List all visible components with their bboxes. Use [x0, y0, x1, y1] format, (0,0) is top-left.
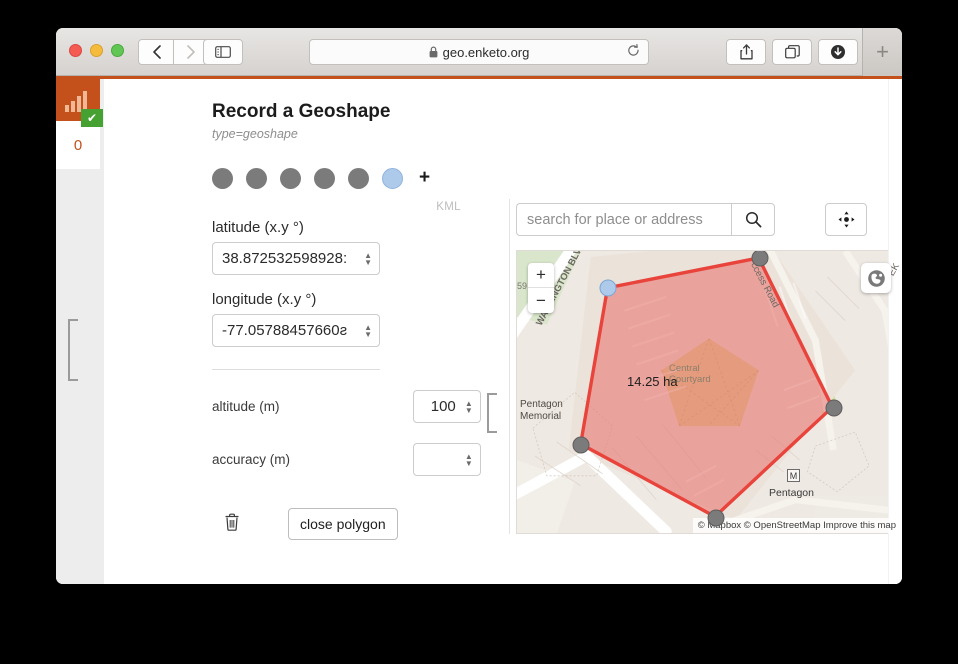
navigation-buttons	[138, 39, 210, 65]
coordinate-form: KML latitude (x.y °) 38.872532598928: ▲ ▼…	[212, 201, 481, 540]
add-point-button[interactable]: +	[419, 167, 430, 189]
search-input[interactable]	[516, 203, 731, 236]
close-polygon-button[interactable]: close polygon	[288, 508, 398, 540]
chevron-right-icon	[187, 45, 195, 59]
page-title: Record a Geoshape	[212, 101, 391, 122]
globe-icon	[867, 269, 885, 287]
back-button[interactable]	[138, 39, 174, 65]
search-icon	[745, 211, 761, 228]
altitude-field[interactable]: 100 ▲ ▼	[412, 390, 481, 423]
separator-line	[508, 199, 510, 534]
map-canvas[interactable]: + − M 14.25 ha © Mapbox © OpenStreetMap …	[516, 250, 902, 534]
map-basemap	[517, 251, 901, 533]
url-text: geo.enketo.org	[442, 44, 530, 60]
new-tab-label: +	[876, 39, 889, 64]
page-subtitle: type=geoshape	[212, 127, 298, 141]
minimize-window-button[interactable]	[90, 44, 103, 57]
basemap-layers-button[interactable]	[861, 263, 891, 293]
longitude-label: longitude (x.y °)	[212, 291, 317, 308]
content-right-edge	[888, 79, 902, 584]
sidebar-toggle-button[interactable]	[203, 39, 243, 65]
form-divider	[212, 369, 380, 370]
metro-icon: M	[787, 469, 800, 482]
point-selector: +	[212, 167, 902, 189]
share-icon	[739, 44, 753, 60]
form-status-tile[interactable]: ✔	[56, 79, 103, 127]
latitude-label: latitude (x.y °)	[212, 219, 304, 236]
polygon-vertex[interactable]	[825, 399, 843, 417]
area-readout: 14.25 ha	[627, 374, 678, 389]
sidebar-toggle-icon	[215, 46, 231, 58]
delete-point-button[interactable]	[224, 513, 240, 535]
rail-bracket-handle[interactable]	[68, 319, 78, 381]
downloads-icon	[831, 45, 845, 59]
longitude-value: -77.05788457660ƨ	[222, 322, 348, 339]
altitude-label: altitude (m)	[212, 399, 280, 414]
left-rail: ✔ 0	[56, 79, 104, 584]
point-dot-5[interactable]	[348, 167, 369, 189]
zoom-controls: + −	[528, 263, 554, 313]
close-window-button[interactable]	[69, 44, 82, 57]
polygon-vertex[interactable]	[599, 279, 617, 297]
chevron-left-icon	[152, 45, 161, 59]
accuracy-row: accuracy (m) ▲ ▼	[212, 443, 481, 476]
zoom-out-button[interactable]: −	[528, 288, 554, 313]
window-controls	[69, 44, 124, 57]
search-button[interactable]	[731, 203, 775, 236]
point-dot-1[interactable]	[212, 167, 233, 189]
point-dot-6[interactable]	[382, 167, 403, 189]
zoom-in-button[interactable]: +	[528, 263, 554, 288]
form-columns: KML latitude (x.y °) 38.872532598928: ▲ ▼…	[104, 199, 902, 540]
column-separator	[481, 199, 516, 540]
new-tab-button[interactable]: +	[862, 28, 902, 76]
form-content: Record a Geoshape type=geoshape + KML la…	[104, 79, 902, 584]
latitude-stepper[interactable]: ▲ ▼	[364, 251, 372, 266]
record-count: 0	[56, 121, 100, 169]
polygon-vertex[interactable]	[707, 509, 725, 527]
longitude-stepper[interactable]: ▲ ▼	[364, 323, 372, 338]
altitude-value: 100	[430, 398, 456, 415]
address-bar[interactable]: geo.enketo.org	[309, 39, 649, 65]
altitude-row: altitude (m) 100 ▲ ▼	[212, 390, 481, 423]
altitude-stepper[interactable]: ▲ ▼	[465, 399, 473, 414]
search-box	[516, 203, 775, 236]
latitude-field[interactable]: 38.872532598928: ▲ ▼	[212, 242, 380, 275]
page-body: ✔ 0 Record a Geoshape type=geoshape + KM…	[56, 79, 902, 584]
point-dot-4[interactable]	[314, 167, 335, 189]
tab-overview-icon	[784, 45, 800, 59]
map-panel: + − M 14.25 ha © Mapbox ©	[516, 203, 902, 540]
toolbar-actions	[726, 39, 858, 65]
accuracy-field[interactable]: ▲ ▼	[412, 443, 481, 476]
share-button[interactable]	[726, 39, 766, 65]
form-actions: close polygon	[212, 508, 481, 540]
polygon-vertex[interactable]	[572, 436, 590, 454]
trash-icon	[225, 513, 239, 531]
reload-button[interactable]	[627, 44, 640, 61]
crosshair-icon	[838, 211, 854, 228]
lock-icon	[429, 46, 438, 58]
tab-overview-button[interactable]	[772, 39, 812, 65]
browser-titlebar: geo.enketo.org +	[56, 28, 902, 76]
browser-window: geo.enketo.org + ✔ 0 Record a Geoshape t…	[56, 28, 902, 584]
maximize-window-button[interactable]	[111, 44, 124, 57]
locate-me-button[interactable]	[825, 203, 867, 236]
kml-label[interactable]: KML	[436, 201, 461, 213]
accuracy-label: accuracy (m)	[212, 452, 291, 467]
polygon-vertex[interactable]	[751, 251, 769, 267]
downloads-button[interactable]	[818, 39, 858, 65]
latitude-value: 38.872532598928:	[222, 250, 348, 267]
reload-icon	[628, 44, 639, 56]
map-search-row	[516, 203, 902, 236]
map-bracket-handle[interactable]	[486, 393, 497, 433]
point-dot-3[interactable]	[280, 167, 301, 189]
check-icon: ✔	[81, 109, 103, 127]
point-dot-2[interactable]	[246, 167, 267, 189]
longitude-field[interactable]: -77.05788457660ƨ ▲ ▼	[212, 314, 380, 347]
accuracy-stepper[interactable]: ▲ ▼	[465, 452, 473, 467]
